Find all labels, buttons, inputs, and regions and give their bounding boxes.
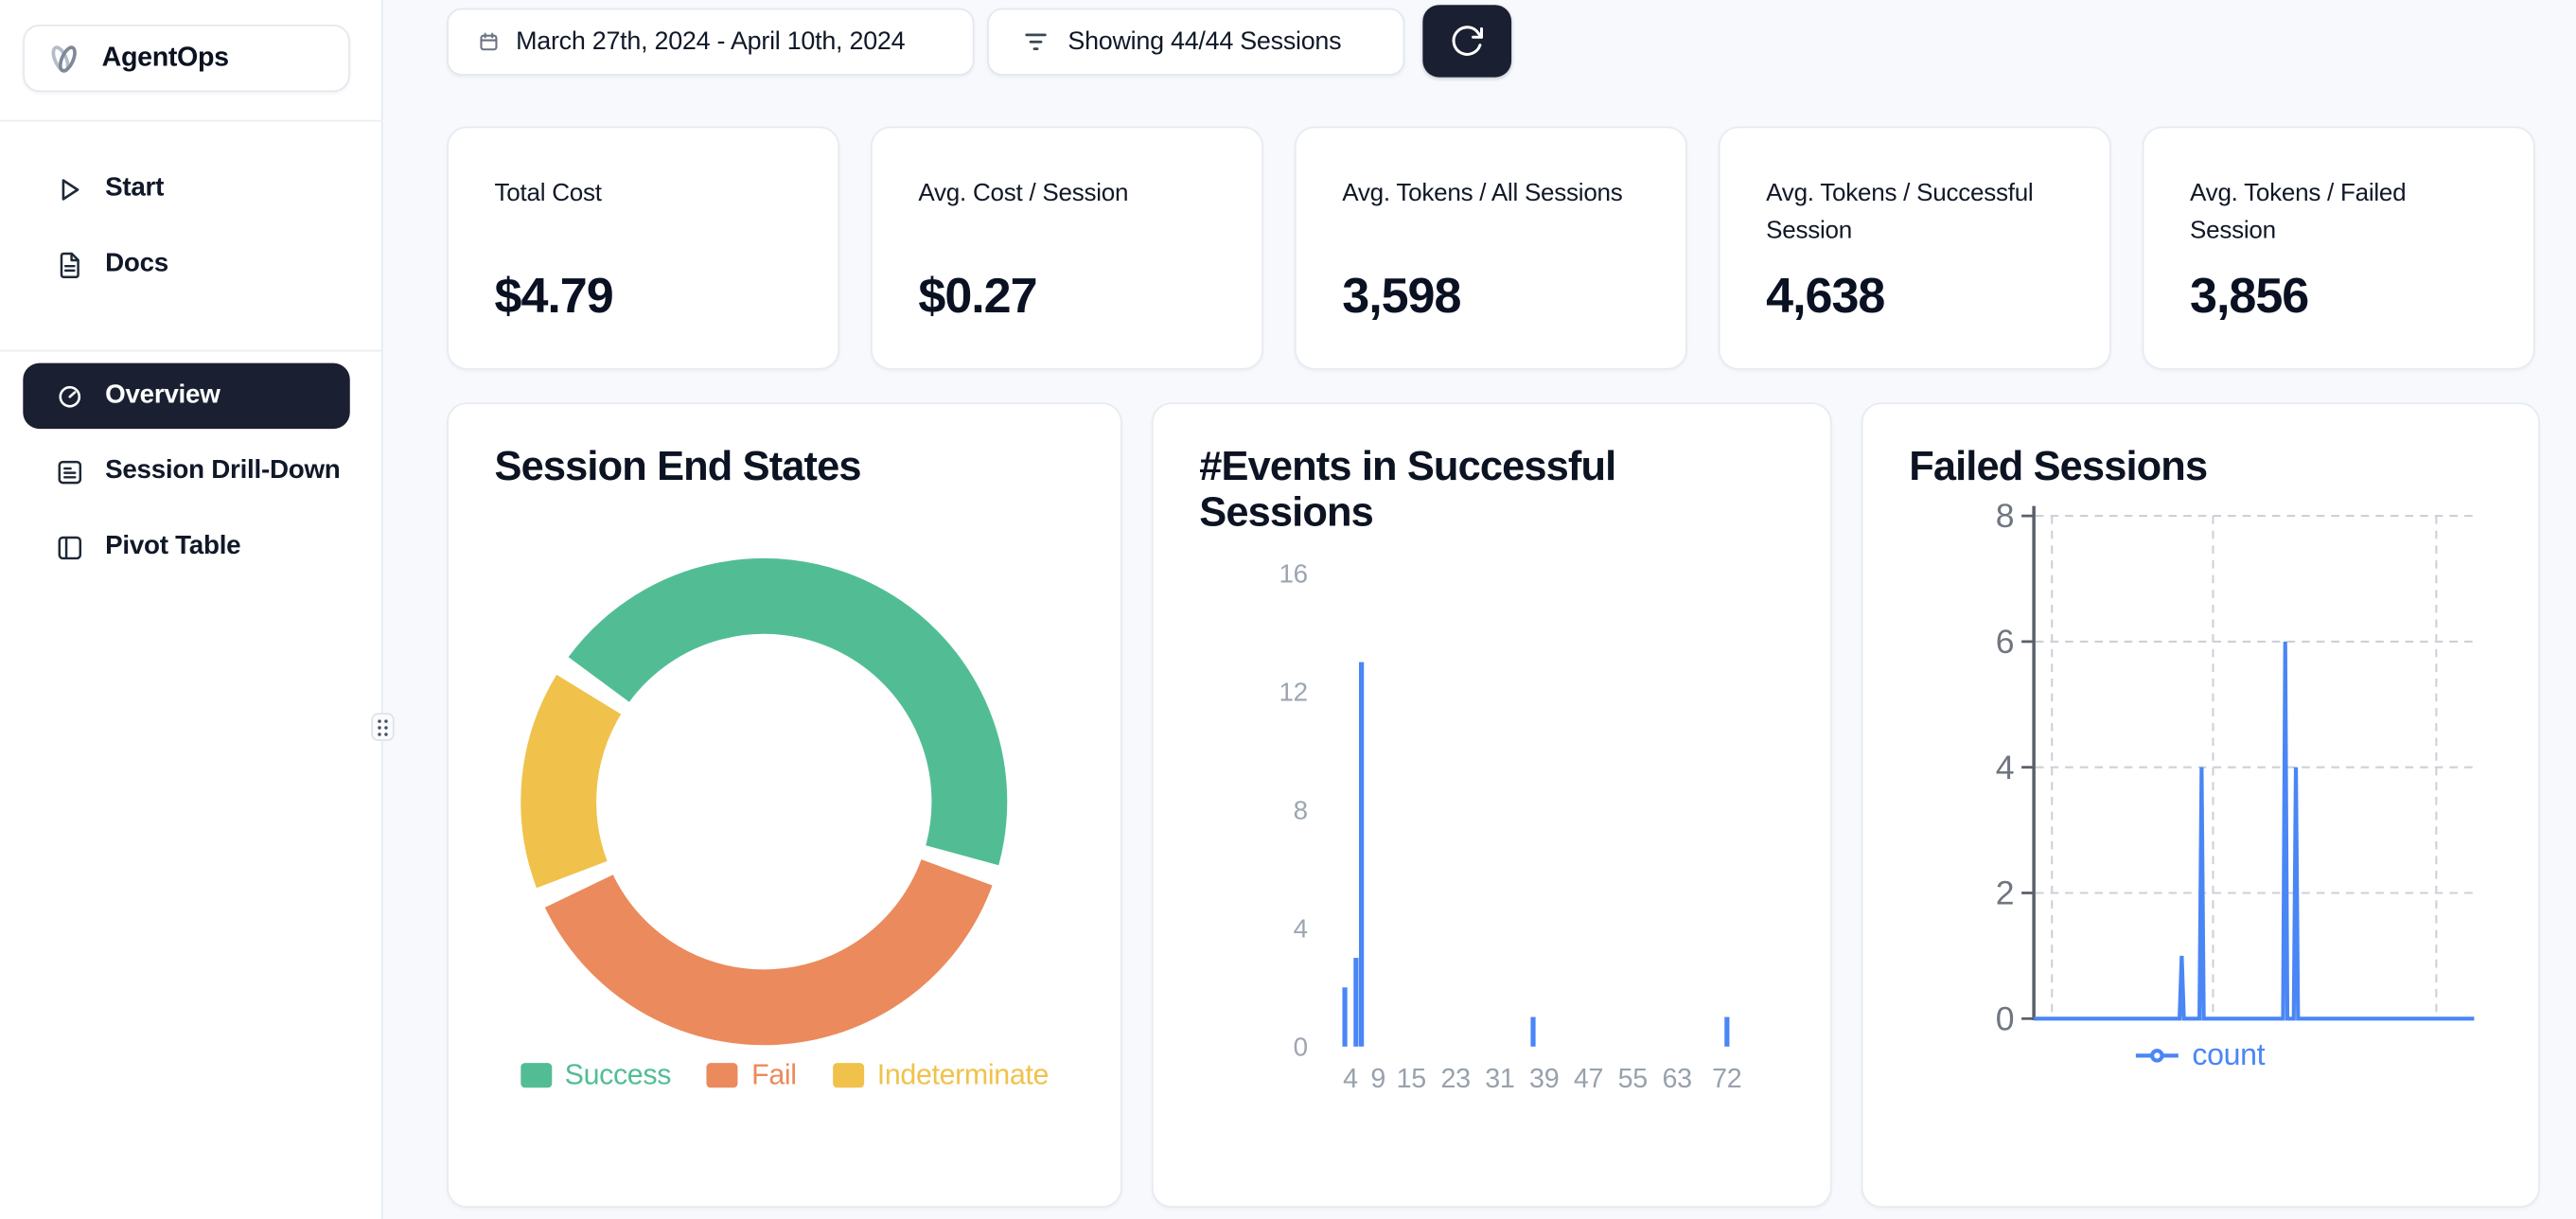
agentops-paperclip-logo-icon: [43, 37, 85, 80]
chart-title: Session End States: [495, 444, 1053, 490]
svg-text:47: 47: [1574, 1064, 1603, 1094]
donut-segment-indeterminate: [558, 695, 589, 874]
sidebar-item-session-drill-down[interactable]: Session Drill-Down: [23, 439, 349, 504]
grip-dots-icon: [377, 717, 390, 737]
svg-text:0: 0: [1294, 1032, 1308, 1061]
stat-value: 3,856: [2190, 270, 2308, 326]
sessions-filter-label: Showing 44/44 Sessions: [1067, 27, 1341, 57]
svg-text:31: 31: [1485, 1064, 1514, 1094]
histogram-bar: [1530, 1017, 1535, 1047]
stat-value: $4.79: [495, 270, 613, 326]
svg-text:55: 55: [1618, 1064, 1648, 1094]
svg-text:2: 2: [1996, 874, 2015, 912]
svg-text:0: 0: [1996, 999, 2015, 1037]
donut-segment-fail: [579, 873, 957, 1008]
legend-item-fail: Fail: [707, 1058, 796, 1092]
refresh-button[interactable]: [1422, 5, 1511, 77]
sidebar-item-label: Start: [105, 174, 164, 203]
stat-value: $0.27: [918, 270, 1036, 326]
session-end-states-card: Session End States Success Fail Indetermin…: [447, 402, 1121, 1208]
line-series-marker-icon: [2136, 1046, 2179, 1064]
svg-text:72: 72: [1712, 1064, 1741, 1094]
stat-card-avg-cost-session: Avg. Cost / Session $0.27: [871, 127, 1263, 370]
sidebar: AgentOps Start Docs: [0, 0, 382, 1219]
count-series-line: [2034, 642, 2474, 1018]
legend-swatch: [707, 1063, 738, 1087]
gauge-icon: [54, 380, 85, 412]
donut-legend: Success Fail Indeterminate: [449, 1058, 1120, 1092]
sidebar-item-label: Pivot Table: [105, 532, 240, 561]
donut-segment-success: [599, 596, 970, 856]
svg-text:39: 39: [1529, 1064, 1559, 1094]
sidebar-item-label: Overview: [105, 381, 220, 411]
legend-label: Indeterminate: [877, 1058, 1049, 1092]
histogram-bar: [1353, 958, 1358, 1047]
svg-text:16: 16: [1279, 558, 1307, 588]
legend-item-indeterminate: Indeterminate: [833, 1058, 1049, 1092]
svg-text:23: 23: [1440, 1064, 1470, 1094]
stat-label: Avg. Tokens / Successful Session: [1766, 174, 2073, 250]
sidebar-item-pivot-table[interactable]: Pivot Table: [23, 514, 349, 579]
date-range-button[interactable]: March 27th, 2024 - April 10th, 2024: [447, 9, 974, 76]
stat-value: 4,638: [1766, 270, 1884, 326]
donut-chart: [449, 503, 1123, 1061]
date-range-label: March 27th, 2024 - April 10th, 2024: [516, 27, 905, 57]
filter-icon: [1022, 28, 1050, 57]
svg-text:8: 8: [1996, 497, 2015, 535]
series-legend-label: count: [2192, 1036, 2265, 1072]
stat-card-avg-tokens-successful: Avg. Tokens / Successful Session 4,638: [1719, 127, 2111, 370]
legend-item-success: Success: [520, 1058, 671, 1092]
svg-text:4: 4: [1343, 1064, 1358, 1094]
sidebar-divider: [0, 120, 382, 122]
svg-text:4: 4: [1294, 913, 1308, 943]
stat-label: Avg. Cost / Session: [918, 174, 1226, 212]
events-chart: 0481216491523313947556372: [1154, 404, 1834, 1210]
stat-card-avg-tokens-failed: Avg. Tokens / Failed Session 3,856: [2143, 127, 2535, 370]
sidebar-item-docs[interactable]: Docs: [23, 232, 349, 297]
dashboard-page: AgentOps Start Docs: [0, 0, 2576, 1219]
svg-text:4: 4: [1996, 749, 2015, 786]
brand-button[interactable]: AgentOps: [23, 25, 349, 92]
sidebar-item-label: Session Drill-Down: [105, 457, 340, 486]
stat-card-total-cost: Total Cost $4.79: [447, 127, 839, 370]
calendar-icon: [478, 31, 500, 53]
sidebar-item-start[interactable]: Start: [23, 156, 349, 221]
legend-swatch: [520, 1063, 552, 1087]
histogram-bar: [1724, 1017, 1729, 1047]
svg-text:8: 8: [1294, 795, 1308, 824]
histogram-bar: [1342, 987, 1347, 1046]
svg-text:12: 12: [1279, 677, 1307, 706]
svg-text:15: 15: [1397, 1064, 1426, 1094]
play-icon: [54, 173, 85, 204]
histogram-bar: [1359, 662, 1364, 1047]
svg-text:63: 63: [1662, 1064, 1691, 1094]
legend-label: Success: [565, 1058, 671, 1092]
stat-label: Avg. Tokens / Failed Session: [2190, 174, 2497, 250]
sessions-filter-button[interactable]: Showing 44/44 Sessions: [987, 9, 1404, 76]
sidebar-divider: [0, 350, 382, 352]
svg-text:9: 9: [1370, 1064, 1385, 1094]
stat-label: Avg. Tokens / All Sessions: [1342, 174, 1650, 212]
columns-icon: [54, 532, 85, 563]
refresh-icon: [1449, 23, 1485, 59]
brand-name: AgentOps: [102, 43, 229, 74]
legend-swatch: [833, 1063, 864, 1087]
drill-down-list-icon: [54, 456, 85, 487]
sidebar-item-overview[interactable]: Overview: [23, 363, 349, 429]
events-histogram-card: #Events in Successful Sessions 048121649…: [1152, 402, 1832, 1208]
svg-text:6: 6: [1996, 623, 2015, 661]
document-icon: [54, 249, 85, 280]
failed-legend: count: [1863, 1036, 2538, 1072]
stat-label: Total Cost: [495, 174, 803, 212]
stat-card-avg-tokens-all: Avg. Tokens / All Sessions 3,598: [1295, 127, 1687, 370]
stat-value: 3,598: [1342, 270, 1460, 326]
failed-chart: 0 2 4 6 8: [1863, 404, 2542, 1210]
sidebar-resize-handle[interactable]: [371, 713, 394, 741]
sidebar-item-label: Docs: [105, 250, 168, 279]
failed-sessions-card: Failed Sessions 02468 count: [1861, 402, 2540, 1208]
legend-label: Fail: [751, 1058, 797, 1092]
